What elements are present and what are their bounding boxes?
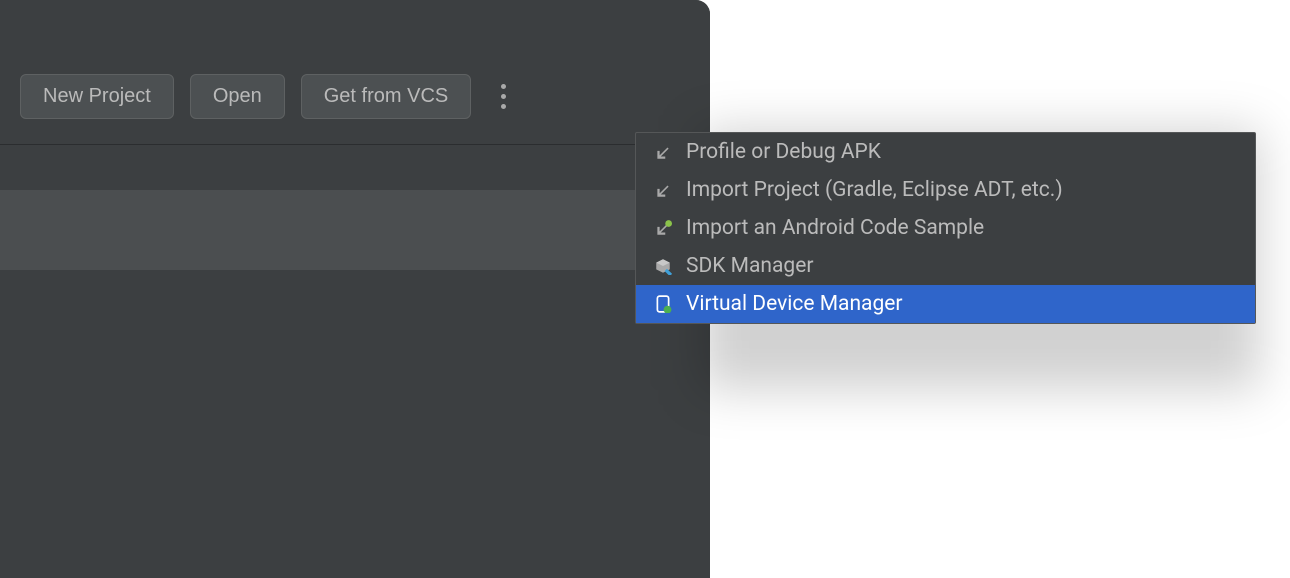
menu-label: Virtual Device Manager xyxy=(686,292,903,316)
project-row-highlight[interactable] xyxy=(0,190,710,270)
menu-label: Import Project (Gradle, Eclipse ADT, etc… xyxy=(686,178,1063,202)
main-window: New Project Open Get from VCS xyxy=(0,0,710,578)
sdk-box-icon xyxy=(652,255,674,277)
welcome-toolbar: New Project Open Get from VCS xyxy=(0,55,710,145)
menu-item-import-project[interactable]: Import Project (Gradle, Eclipse ADT, etc… xyxy=(636,171,1255,209)
menu-item-sdk-manager[interactable]: SDK Manager xyxy=(636,247,1255,285)
menu-label: SDK Manager xyxy=(686,254,813,278)
device-icon xyxy=(652,293,674,315)
menu-item-import-sample[interactable]: Import an Android Code Sample xyxy=(636,209,1255,247)
menu-label: Profile or Debug APK xyxy=(686,140,881,164)
more-actions-menu: Profile or Debug APK Import Project (Gra… xyxy=(635,132,1256,324)
welcome-body xyxy=(0,190,710,578)
new-project-button[interactable]: New Project xyxy=(20,74,174,119)
get-from-vcs-button[interactable]: Get from VCS xyxy=(301,74,471,119)
menu-item-profile-debug-apk[interactable]: Profile or Debug APK xyxy=(636,133,1255,171)
menu-item-virtual-device-manager[interactable]: Virtual Device Manager xyxy=(636,285,1255,323)
android-import-icon xyxy=(652,217,674,239)
more-actions-icon[interactable] xyxy=(493,76,514,117)
menu-label: Import an Android Code Sample xyxy=(686,216,984,240)
open-button[interactable]: Open xyxy=(190,74,285,119)
window-header xyxy=(0,0,710,55)
import-arrow-icon xyxy=(652,179,674,201)
import-arrow-icon xyxy=(652,141,674,163)
